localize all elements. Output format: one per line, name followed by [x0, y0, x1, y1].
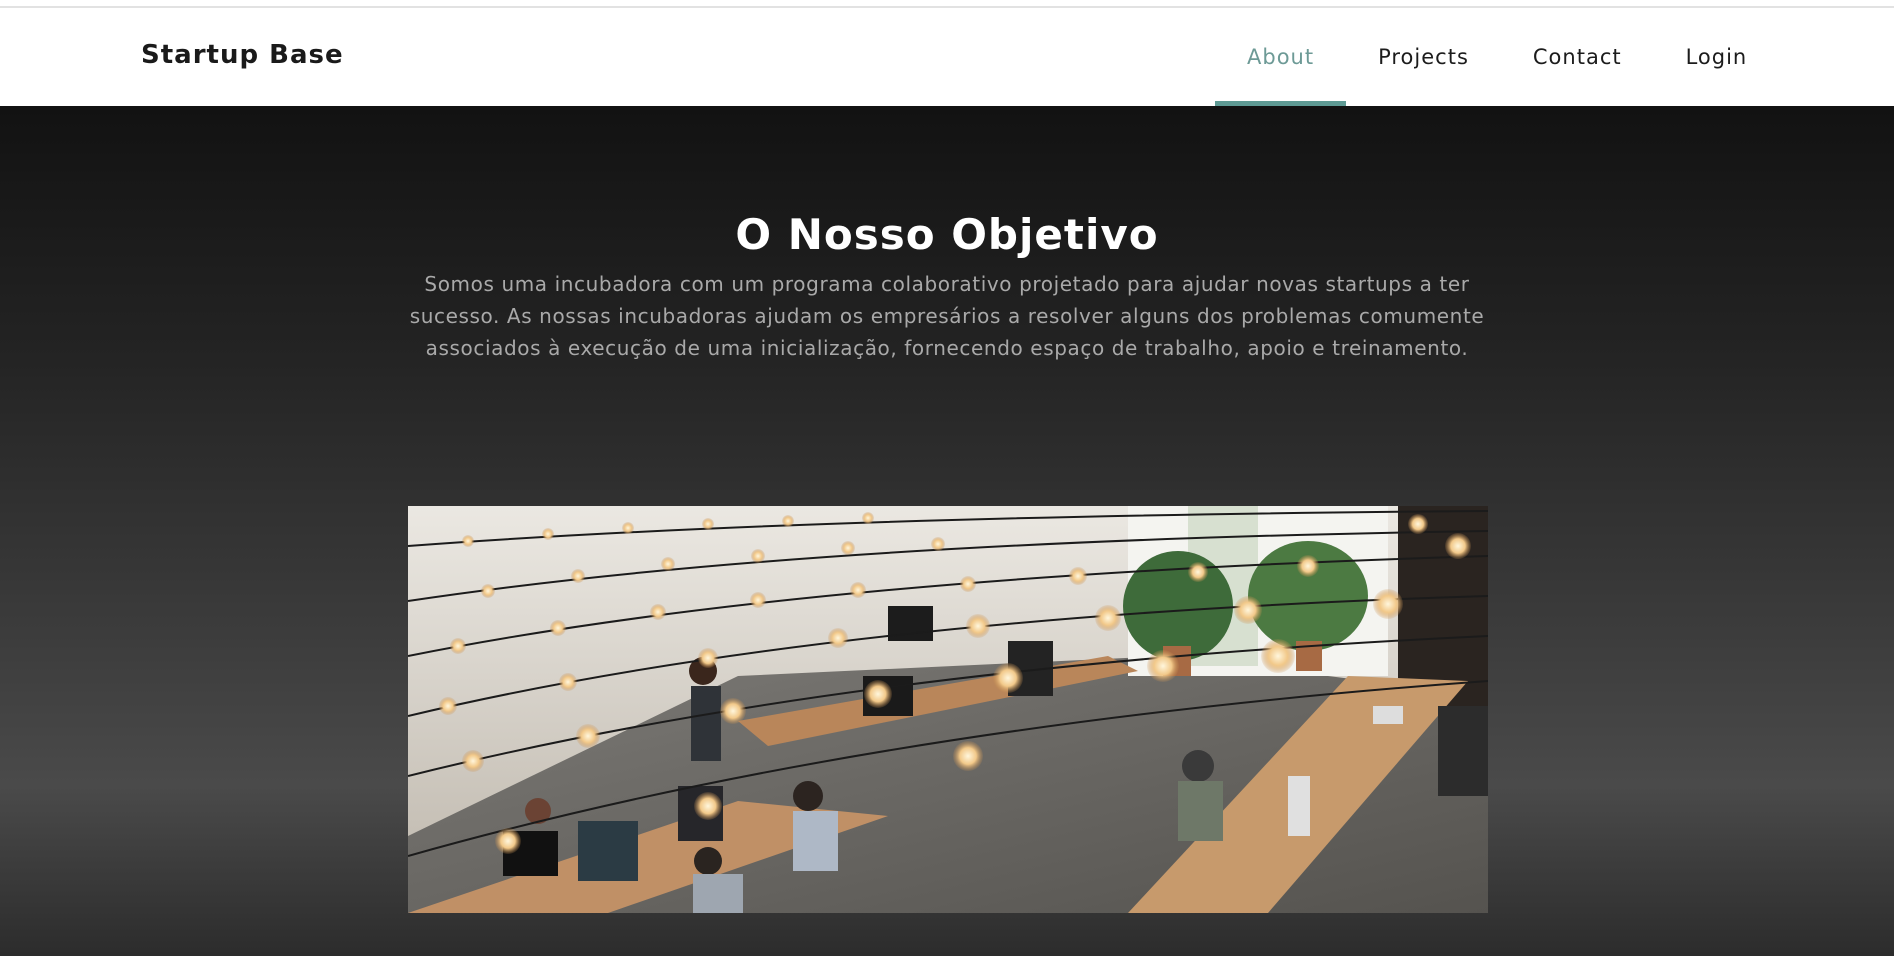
hero-section: O Nosso Objetivo Somos uma incubadora co… — [0, 106, 1894, 956]
nav-links: About Projects Contact Login — [1215, 8, 1780, 106]
nav-link-projects[interactable]: Projects — [1346, 8, 1501, 105]
hero-description: Somos uma incubadora com um programa col… — [409, 272, 1485, 360]
navbar: Startup Base About Projects Contact Logi… — [0, 8, 1894, 106]
nav-link-contact[interactable]: Contact — [1501, 8, 1654, 105]
nav-link-login[interactable]: Login — [1654, 8, 1780, 105]
nav-link-about[interactable]: About — [1215, 8, 1347, 106]
brand-logo[interactable]: Startup Base — [141, 40, 344, 70]
hero-title: O Nosso Objetivo — [735, 210, 1159, 260]
office-photo — [408, 506, 1488, 913]
